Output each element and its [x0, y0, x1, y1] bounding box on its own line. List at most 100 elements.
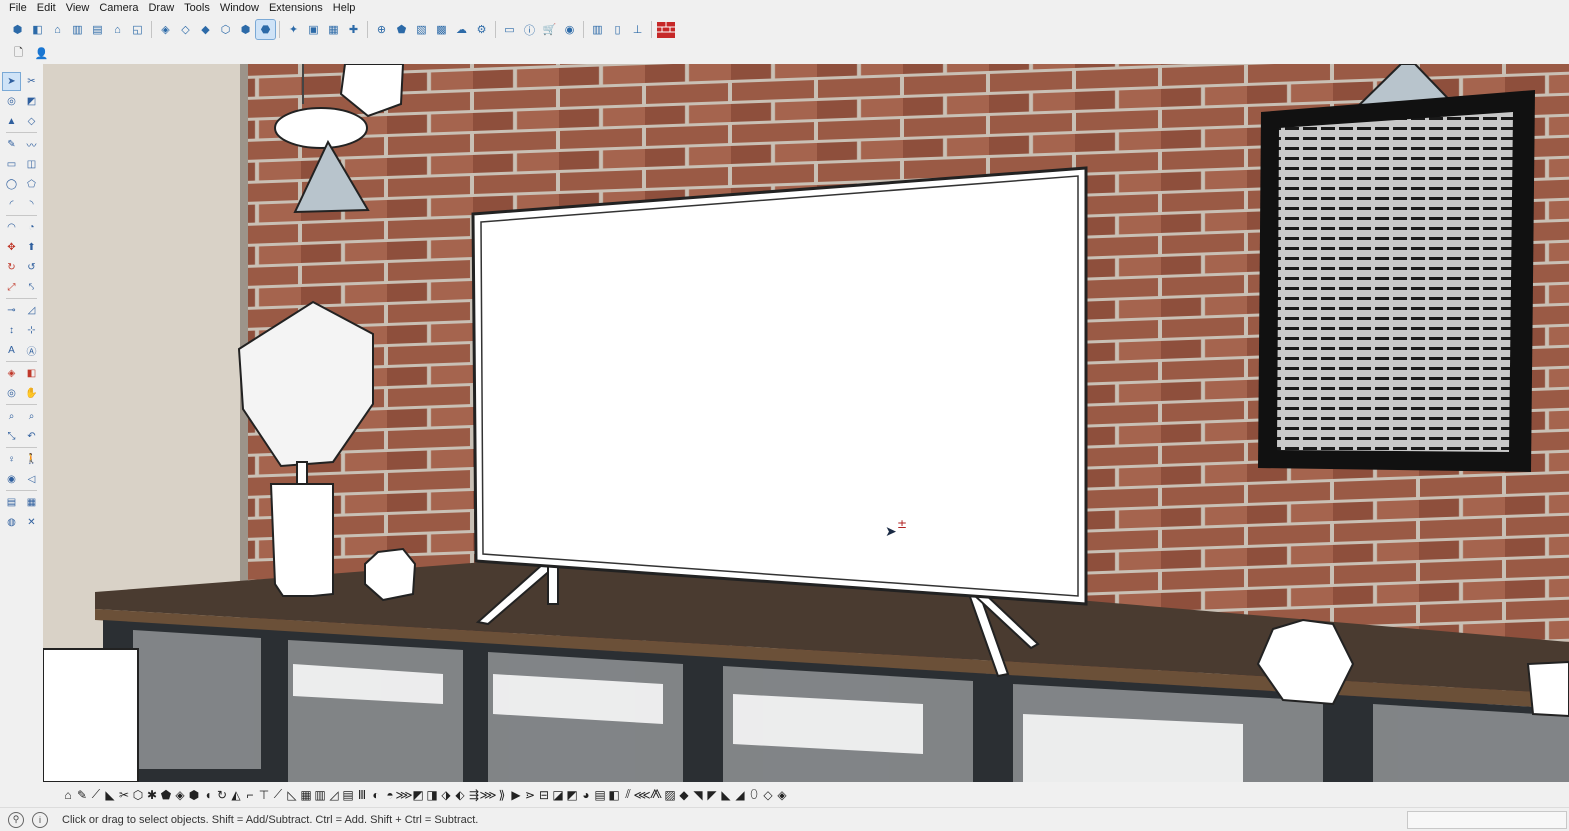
- red-brick-icon[interactable]: [656, 20, 675, 39]
- account-icon[interactable]: ◉: [560, 20, 579, 39]
- menu-help[interactable]: Help: [328, 0, 361, 17]
- new-file-icon[interactable]: 🗋: [9, 44, 28, 63]
- bottom-tool-icon[interactable]: ◐: [369, 786, 383, 804]
- user-icon[interactable]: 👤: [32, 44, 51, 63]
- add-location-icon[interactable]: ⊕: [372, 20, 391, 39]
- lasso-icon[interactable]: ◎: [3, 93, 20, 110]
- bottom-tool-icon[interactable]: ⟫: [495, 786, 509, 804]
- select-arrow-icon[interactable]: ➤: [2, 72, 21, 91]
- cart-icon[interactable]: 🛒: [540, 20, 559, 39]
- measurements-box[interactable]: [1407, 811, 1567, 829]
- previous-view-icon[interactable]: ↶: [23, 428, 40, 445]
- back-view-icon[interactable]: ▤: [88, 20, 107, 39]
- tape-measure-icon[interactable]: ⊸: [3, 302, 20, 319]
- bottom-tool-icon[interactable]: ▤: [341, 786, 355, 804]
- bottom-tool-icon[interactable]: ▦: [299, 786, 313, 804]
- three-point-arc-icon[interactable]: ◠: [3, 219, 20, 236]
- section-icon[interactable]: ◈: [3, 365, 20, 382]
- bottom-tool-icon[interactable]: Ⅲ: [355, 786, 369, 804]
- bottom-tool-icon[interactable]: ◆: [677, 786, 691, 804]
- offset-icon[interactable]: ⤣: [23, 279, 40, 296]
- push-pull-icon[interactable]: ⬆: [23, 239, 40, 256]
- pan-icon[interactable]: ✋: [23, 385, 40, 402]
- rectangle-icon[interactable]: ▭: [3, 156, 20, 173]
- bottom-tool-icon[interactable]: ◈: [173, 786, 187, 804]
- trim-icon[interactable]: ⊥: [628, 20, 647, 39]
- menu-file[interactable]: File: [4, 0, 32, 17]
- bottom-tool-icon[interactable]: ◤: [705, 786, 719, 804]
- wireframe-style-icon[interactable]: ◇: [176, 20, 195, 39]
- scenes-icon[interactable]: ▭: [500, 20, 519, 39]
- bottom-tool-icon[interactable]: ⬟: [159, 786, 173, 804]
- bottom-tool-icon[interactable]: ◣: [103, 786, 117, 804]
- protractor-icon[interactable]: ◿: [23, 302, 40, 319]
- follow-me-icon[interactable]: ↺: [23, 259, 40, 276]
- paint-bucket-icon[interactable]: ✂: [23, 73, 40, 90]
- layers-icon[interactable]: ▤: [3, 494, 20, 511]
- bottom-tool-icon[interactable]: ◩: [411, 786, 425, 804]
- bottom-tool-icon[interactable]: ▥: [313, 786, 327, 804]
- zoom-window-icon[interactable]: ⌕: [23, 408, 40, 425]
- 3d-text-icon[interactable]: Ⓐ: [23, 342, 40, 359]
- info-icon[interactable]: i: [32, 811, 48, 828]
- bottom-tool-icon[interactable]: ◧: [607, 786, 621, 804]
- bottom-tool-icon[interactable]: ⊟: [537, 786, 551, 804]
- window-icon[interactable]: ▯: [608, 20, 627, 39]
- iso-view-icon[interactable]: ⬢: [8, 20, 27, 39]
- monochrome-style-icon[interactable]: ⬣: [255, 19, 276, 40]
- component-icon[interactable]: ✚: [344, 20, 363, 39]
- pie-icon[interactable]: ◔: [23, 219, 40, 236]
- front-view-icon[interactable]: ⌂: [48, 20, 67, 39]
- bottom-tool-icon[interactable]: ⋙: [479, 786, 496, 804]
- eraser-icon[interactable]: ◩: [23, 93, 40, 110]
- position-camera-icon[interactable]: ♀: [3, 451, 20, 468]
- bottom-tool-icon[interactable]: ✂: [117, 786, 131, 804]
- bottom-tool-icon[interactable]: ◢: [733, 786, 747, 804]
- bottom-tool-icon[interactable]: ◺: [285, 786, 299, 804]
- bottom-tool-icon[interactable]: ▶: [509, 786, 523, 804]
- right-view-icon[interactable]: ▥: [68, 20, 87, 39]
- bottom-tool-icon[interactable]: ◭: [229, 786, 243, 804]
- bottom-tool-icon[interactable]: ⟋: [89, 786, 103, 804]
- settings-icon[interactable]: ⚙: [472, 20, 491, 39]
- walk-icon[interactable]: 🚶: [23, 451, 40, 468]
- hidden-line-style-icon[interactable]: ◆: [196, 20, 215, 39]
- bottom-tool-icon[interactable]: ⬖: [453, 786, 467, 804]
- bottom-tool-icon[interactable]: ◩: [565, 786, 579, 804]
- bottom-tool-icon[interactable]: ◥: [691, 786, 705, 804]
- circle-icon[interactable]: ◯: [3, 176, 20, 193]
- bottom-tool-icon[interactable]: ◕: [579, 786, 593, 804]
- text-icon[interactable]: A: [3, 342, 20, 359]
- bottom-tool-icon[interactable]: ▤: [593, 786, 607, 804]
- xray-style-icon[interactable]: ◈: [156, 20, 175, 39]
- outliner-icon[interactable]: ▦: [23, 494, 40, 511]
- zoom-icon[interactable]: ⌕: [3, 408, 20, 425]
- bottom-tool-icon[interactable]: ⋘: [633, 786, 650, 804]
- cloud-icon[interactable]: ☁: [452, 20, 471, 39]
- extension-warehouse-icon[interactable]: ▣: [304, 20, 323, 39]
- bottom-tool-icon[interactable]: ⌐: [243, 786, 257, 804]
- dimension-icon[interactable]: ↕: [3, 322, 20, 339]
- bottom-tool-icon[interactable]: ◖: [201, 786, 215, 804]
- bottom-tool-icon[interactable]: ⋗: [523, 786, 537, 804]
- zoom-extents-icon[interactable]: ⤡: [3, 428, 20, 445]
- polygon-icon[interactable]: ⬠: [23, 176, 40, 193]
- menu-tools[interactable]: Tools: [179, 0, 215, 17]
- bottom-tool-icon[interactable]: ◪: [551, 786, 565, 804]
- shaded-style-icon[interactable]: ⬡: [216, 20, 235, 39]
- rotate-icon[interactable]: ↻: [3, 259, 20, 276]
- menu-extensions[interactable]: Extensions: [264, 0, 328, 17]
- bottom-tool-icon[interactable]: ⌂: [61, 786, 75, 804]
- info-icon[interactable]: ⓘ: [520, 20, 539, 39]
- menu-view[interactable]: View: [61, 0, 95, 17]
- geo-location-icon[interactable]: ⚲: [8, 811, 24, 828]
- 3d-viewport[interactable]: ➤ ±: [43, 64, 1569, 782]
- bottom-tool-icon[interactable]: ▨: [663, 786, 677, 804]
- bottom-tool-icon[interactable]: ◿: [327, 786, 341, 804]
- freehand-icon[interactable]: 〰: [23, 136, 40, 153]
- pencil-icon[interactable]: ✎: [3, 136, 20, 153]
- geo-icon[interactable]: ⬟: [392, 20, 411, 39]
- top-view-icon[interactable]: ◧: [28, 20, 47, 39]
- menu-camera[interactable]: Camera: [94, 0, 143, 17]
- bottom-tool-icon[interactable]: ⬢: [187, 786, 201, 804]
